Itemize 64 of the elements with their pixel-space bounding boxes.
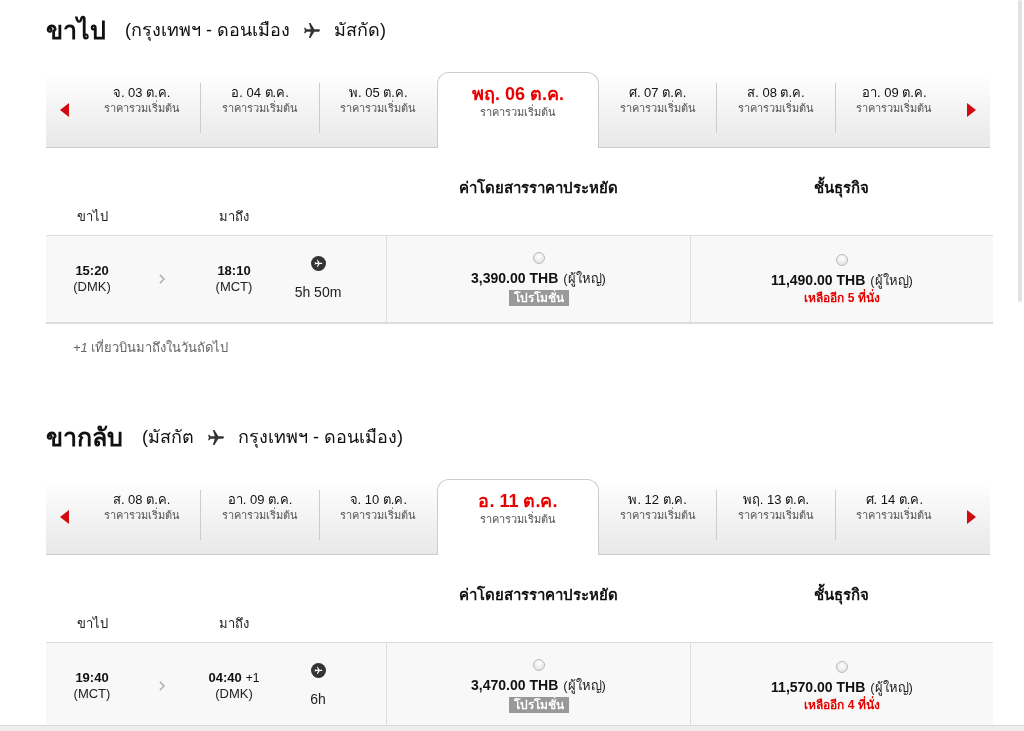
date-tab[interactable]: จ. 03 ต.ค. ราคารวมเริ่มต้น (83, 72, 201, 147)
radio-button[interactable] (836, 660, 848, 673)
departure-airport: (DMK) (73, 279, 111, 295)
footnote: +1 เที่ยวบินมาถึงในวันถัดไป (72, 340, 230, 356)
date-tab[interactable]: ส. 08 ต.ค. ราคารวมเริ่มต้น (717, 72, 835, 147)
fare-price: 11,490.00 THB (771, 270, 866, 288)
radio-button[interactable] (532, 659, 545, 671)
arrival-airport: (DMK) (215, 686, 253, 702)
arrival-time: 18:10 (217, 263, 251, 279)
date-tab[interactable]: ส. 08 ต.ค. ราคารวมเริ่มต้น (83, 479, 201, 554)
date-tab[interactable]: พ. 12 ต.ค. ราคารวมเริ่มต้น (599, 479, 717, 554)
flight-duration: 5h 50m (294, 283, 342, 300)
departure-time: 19:40 (75, 670, 109, 686)
route-destination: มัสกัด) (334, 19, 386, 42)
fare-class-heading: ชั้นธุรกิจ (690, 178, 993, 198)
passenger-label: (ผู้ใหญ่) (563, 677, 606, 695)
fare-class-heading: ค่าโดยสารราคาประหยัด (457, 178, 619, 198)
passenger-label: (ผู้ใหญ่) (870, 678, 913, 696)
triangle-left-icon (60, 509, 69, 524)
route-origin: (มัสกัต (142, 426, 194, 449)
departure-time: 15:20 (75, 263, 109, 279)
date-tab[interactable]: จ. 10 ต.ค. ราคารวมเริ่มต้น (319, 479, 437, 554)
column-label: มาถึง (218, 208, 250, 226)
departure-airport: (MCT) (73, 686, 111, 702)
promo-badge: โปรโมชั่น (508, 290, 569, 306)
section-title: ขากลับ (46, 422, 123, 453)
date-tab[interactable]: อ. 04 ต.ค. ราคารวมเริ่มต้น (201, 72, 319, 147)
date-tab[interactable]: อา. 09 ต.ค. ราคารวมเริ่มต้น (201, 479, 319, 554)
airplane-icon (304, 22, 320, 38)
date-tab[interactable]: อ. 11 ต.ค. ราคารวมเริ่มต้น (437, 479, 599, 555)
promo-badge: โปรโมชั่น (508, 697, 569, 713)
route-origin: (กรุงเทพฯ - ดอนเมือง (125, 19, 290, 42)
fare-price: 3,390.00 THB (471, 269, 559, 287)
radio-button[interactable] (836, 253, 848, 266)
airplane-icon (208, 429, 224, 445)
date-tab[interactable]: พฤ. 06 ต.ค. ราคารวมเริ่มต้น (437, 72, 599, 148)
day-offset: +1 (245, 670, 260, 686)
fare-price: 3,470.00 THB (471, 676, 559, 694)
passenger-label: (ผู้ใหญ่) (870, 271, 913, 289)
passenger-label: (ผู้ใหญ่) (563, 270, 606, 288)
chevron-right-icon (159, 274, 165, 284)
date-tab[interactable]: ศ. 07 ต.ค. ราคารวมเริ่มต้น (599, 72, 717, 147)
triangle-left-icon (60, 102, 69, 117)
date-tab[interactable]: อา. 09 ต.ค. ราคารวมเริ่มต้น (835, 72, 953, 147)
chevron-right-icon (159, 681, 165, 691)
section-title: ขาไป (46, 14, 106, 46)
fare-class-heading: ค่าโดยสารราคาประหยัด (457, 585, 619, 605)
column-label: ขาไป (75, 615, 109, 633)
radio-button[interactable] (532, 252, 545, 264)
airplane-circle-icon (310, 662, 326, 678)
fare-class-heading: ชั้นธุรกิจ (690, 585, 993, 605)
route-destination: กรุงเทพฯ - ดอนเมือง) (238, 426, 403, 449)
date-tab[interactable]: ศ. 14 ต.ค. ราคารวมเริ่มต้น (835, 479, 953, 554)
date-tab[interactable]: พ. 05 ต.ค. ราคารวมเริ่มต้น (319, 72, 437, 147)
column-label: ขาไป (75, 208, 109, 226)
flight-duration: 6h (310, 690, 326, 707)
airplane-circle-icon (310, 255, 326, 271)
column-label: มาถึง (218, 615, 250, 633)
fare-price: 11,570.00 THB (771, 677, 866, 695)
triangle-right-icon (966, 102, 976, 117)
triangle-right-icon (966, 509, 976, 524)
arrival-time: 04:40 (208, 670, 242, 686)
arrival-airport: (MCT) (215, 279, 253, 295)
date-tab[interactable]: พฤ. 13 ต.ค. ราคารวมเริ่มต้น (717, 479, 835, 554)
